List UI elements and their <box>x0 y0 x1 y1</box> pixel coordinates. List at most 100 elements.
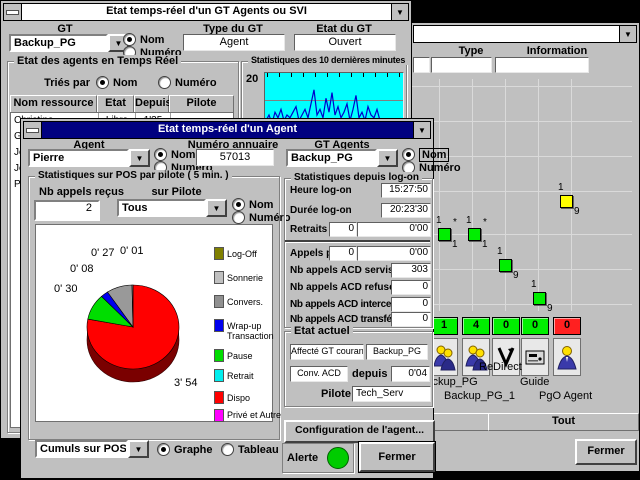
gt-agents-radio-nom[interactable]: Nom <box>402 148 449 161</box>
logon-stats-group: Statistiques depuis log-on Heure log-on … <box>284 178 433 328</box>
status-count-box: 1 <box>430 317 458 335</box>
radio-graphe[interactable]: Graphe <box>157 443 213 456</box>
gt-agents-combobox[interactable]: Backup_PG ▼ <box>286 149 398 167</box>
dropdown-arrow-icon[interactable]: ▼ <box>129 149 150 167</box>
gt-radio-nom[interactable]: Nom <box>123 33 164 46</box>
node-count-bottom: 9 <box>513 271 519 281</box>
affecte-gt-name-field: Backup_PG <box>366 344 428 360</box>
etat-actuel-group: Etat actuel Affecté GT courant Backup_PG… <box>284 331 433 407</box>
stat-label: Durée log-on <box>290 205 352 216</box>
radio-tableau[interactable]: Tableau <box>221 443 279 456</box>
stat-label: Nb appels ACD transférés <box>290 314 406 325</box>
pilote-label: Pilote <box>321 388 351 400</box>
sort-radio-numero[interactable]: Numéro <box>158 76 217 89</box>
monitor-window: ▼ Type Information 191*11*11919 14000 <box>410 22 640 472</box>
legend-label: Retrait <box>227 371 254 381</box>
node-count-top: 1 <box>497 247 503 257</box>
sur-pilote-combobox[interactable]: Tous ▼ <box>117 199 227 217</box>
diagram-node[interactable] <box>438 228 451 241</box>
pie-chart-panel: 0' 27 0' 01 0' 08 0' 30 3' 54 Log-Off So… <box>35 224 273 422</box>
legend-swatch-pause <box>214 349 224 362</box>
pie-label-sonnerie: 0' 01 <box>120 245 144 257</box>
col-header-nom: Nom ressource <box>10 95 97 113</box>
stat-label: Heure log-on <box>290 185 352 196</box>
radio-dot[interactable] <box>232 198 245 211</box>
node-count-bottom: 9 <box>574 207 580 217</box>
stat-value: 0 <box>391 280 431 295</box>
diagram-node[interactable] <box>499 259 512 272</box>
dropdown-arrow-icon[interactable]: ▼ <box>128 440 149 458</box>
monitor-titlebar: ▼ <box>413 25 637 43</box>
node-star-marker: * <box>483 218 487 228</box>
dropdown-arrow-icon[interactable]: ▼ <box>377 149 398 167</box>
legend-swatch-dispo <box>214 391 224 404</box>
legend-label: Dispo <box>227 393 250 403</box>
pie-label-dispo: 3' 54 <box>174 377 198 389</box>
stat-value: 15:27:50 <box>381 183 431 198</box>
grid-line <box>412 304 632 305</box>
gt-minimize-button[interactable]: ▼ <box>391 4 408 20</box>
tout-header-cell: Tout <box>488 413 639 431</box>
queue-label-guide: Guide <box>520 376 549 388</box>
stat-value: 20:23'30 <box>381 203 431 218</box>
stat-value: 0'00 <box>357 222 431 237</box>
agent-minimize-button[interactable]: ▼ <box>413 122 430 138</box>
pilote-radio-numero[interactable]: Numéro <box>232 211 291 224</box>
diagram-node[interactable] <box>560 195 573 208</box>
grid-line <box>412 269 632 270</box>
chart-ymax-label: 20 <box>246 73 258 85</box>
node-count-bottom: 1 <box>452 240 458 250</box>
gt-combobox-value[interactable]: Backup_PG <box>9 34 108 52</box>
device-icon[interactable] <box>521 338 549 376</box>
gt-combobox[interactable]: Backup_PG ▼ <box>9 34 129 52</box>
cumuls-combobox[interactable]: Cumuls sur POS ▼ <box>35 440 149 458</box>
system-menu-icon <box>6 10 19 15</box>
monitor-minimize-button[interactable]: ▼ <box>619 26 636 42</box>
pilote-value: Tech_Serv <box>352 386 431 402</box>
logon-stats-label: Statistiques depuis log-on <box>291 172 422 183</box>
etat-du-gt-value: Ouvert <box>294 34 396 51</box>
configuration-button[interactable]: Configuration de l'agent... <box>284 420 435 443</box>
agent-system-menu-button[interactable] <box>24 122 42 138</box>
nb-appels-recus-label: Nb appels reçus <box>34 186 129 198</box>
sur-pilote-combobox-value[interactable]: Tous <box>117 199 206 217</box>
status-count-box: 0 <box>553 317 581 335</box>
stat-value: 0 <box>391 312 431 327</box>
col-header-etat: Etat <box>97 95 134 113</box>
radio-dot[interactable] <box>96 76 109 89</box>
grid-line <box>472 79 473 311</box>
agent-fermer-button[interactable]: Fermer <box>359 442 435 472</box>
radio-dot[interactable] <box>158 76 171 89</box>
stat-label: Nb appels ACD refusés <box>290 282 400 293</box>
cumuls-combobox-value[interactable]: Cumuls sur POS <box>35 440 128 458</box>
sort-radio-nom[interactable]: Nom <box>96 76 137 89</box>
grid-line <box>412 191 632 192</box>
legend-label: Transaction <box>227 331 274 341</box>
agent-combobox[interactable]: Pierre ▼ <box>28 149 150 167</box>
nb-appels-recus-value: 2 <box>34 200 100 221</box>
agents-icon[interactable] <box>430 338 458 376</box>
radio-dot[interactable] <box>402 148 415 161</box>
radio-dot[interactable] <box>232 211 245 224</box>
radio-dot[interactable] <box>154 148 167 161</box>
radio-dot[interactable] <box>157 443 170 456</box>
sur-pilote-label: sur Pilote <box>129 186 224 198</box>
legend-swatch-prive <box>214 409 224 422</box>
dropdown-arrow-icon[interactable]: ▼ <box>206 199 227 217</box>
gt-system-menu-button[interactable] <box>4 4 22 20</box>
radio-dot[interactable] <box>221 443 234 456</box>
agent-icon[interactable] <box>553 338 581 376</box>
agent-combobox-value[interactable]: Pierre <box>28 149 129 167</box>
radio-dot[interactable] <box>123 33 136 46</box>
type-column-header: Type <box>441 45 501 57</box>
pilote-radio-nom[interactable]: Nom <box>232 198 273 211</box>
monitor-fermer-button[interactable]: Fermer <box>575 439 637 465</box>
grid-line <box>412 121 632 122</box>
etat-actuel-label: Etat actuel <box>291 325 353 337</box>
diagram-node[interactable] <box>533 292 546 305</box>
diagram-node[interactable] <box>468 228 481 241</box>
sort-label: Triés par <box>32 77 90 89</box>
gt-agents-combobox-value[interactable]: Backup_PG <box>286 149 377 167</box>
node-count-bottom: 1 <box>482 240 488 250</box>
information-column-header: Information <box>517 45 597 57</box>
